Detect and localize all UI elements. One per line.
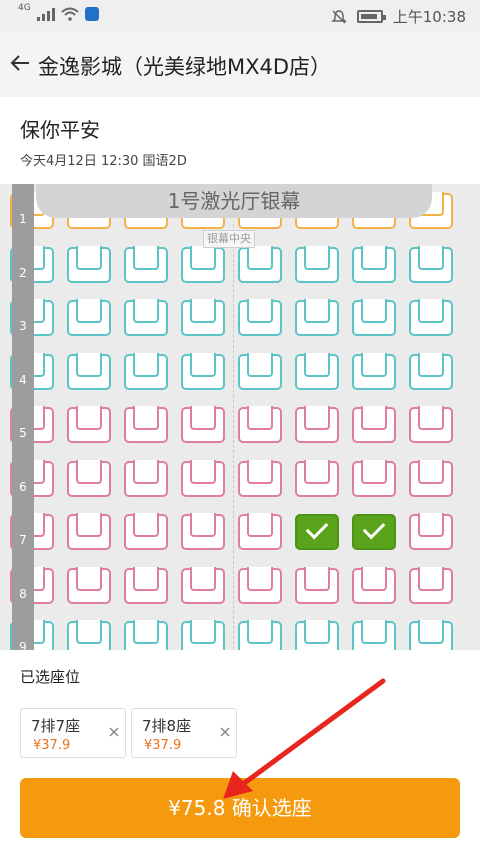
seat[interactable] [409, 352, 453, 392]
confirm-seat-button[interactable]: ¥75.8 确认选座 [20, 778, 460, 838]
ticket-seat: 7排7座 [31, 717, 81, 735]
seat[interactable] [181, 566, 225, 606]
movie-info: 保你平安 今天4月12日 12:30 国语2D [0, 97, 480, 184]
close-icon[interactable] [107, 725, 121, 739]
seat[interactable] [352, 245, 396, 285]
seat[interactable] [181, 299, 225, 338]
showtime-info: 今天4月12日 12:30 国语2D [20, 154, 187, 169]
header: 金逸影城（光美绿地MX4D店） [0, 33, 480, 97]
seat[interactable] [67, 566, 111, 606]
seat[interactable] [238, 620, 282, 650]
screen-banner: 1号激光厅银幕 [36, 184, 432, 218]
seat[interactable] [238, 459, 282, 499]
seat-selected[interactable] [295, 514, 339, 552]
seat[interactable] [409, 566, 453, 606]
row-number-label: 4 [19, 372, 27, 387]
mute-icon [330, 9, 347, 24]
status-right: 上午10:38 [330, 6, 466, 27]
seat-selected[interactable] [352, 514, 396, 552]
back-arrow-icon[interactable] [8, 51, 32, 75]
movie-title: 保你平安 [20, 118, 100, 142]
seat[interactable] [67, 459, 111, 499]
seat[interactable] [238, 513, 282, 552]
seat[interactable] [352, 566, 396, 606]
ticket-price: ¥37.9 [33, 738, 71, 753]
seat[interactable] [181, 406, 225, 445]
seat[interactable] [67, 352, 111, 392]
row-number-label: 7 [19, 533, 27, 547]
screen-center-label: 银幕中央 [203, 230, 255, 248]
seat[interactable] [67, 513, 111, 552]
battery-icon [356, 10, 386, 23]
selected-seat-ticket[interactable]: 7排7座 ¥37.9 [20, 708, 126, 758]
seat[interactable] [352, 620, 396, 650]
seat[interactable] [181, 459, 225, 499]
selected-seats-label: 已选座位 [20, 668, 81, 686]
seat[interactable] [295, 352, 339, 392]
wifi-icon [61, 7, 79, 21]
seat[interactable] [124, 513, 168, 552]
bottom-panel: 已选座位 7排7座 ¥37.9 7排8座 ¥37.9 ¥75.8 确认选座 [0, 650, 480, 853]
selected-seat-ticket[interactable]: 7排8座 ¥37.9 [131, 708, 237, 758]
seat[interactable] [124, 620, 168, 650]
seat[interactable] [124, 245, 168, 285]
row-number-label: 2 [19, 265, 27, 280]
cinema-title: 金逸影城（光美绿地MX4D店） [38, 55, 332, 79]
seat[interactable] [238, 406, 282, 445]
seat[interactable] [67, 299, 111, 338]
seat[interactable] [181, 352, 225, 392]
network-type: 4G [18, 3, 31, 13]
ticket-price: ¥37.9 [144, 738, 182, 753]
seat[interactable] [409, 513, 453, 552]
row-number-strip: 1 2 3 4 5 6 7 8 9 [12, 184, 34, 650]
close-icon[interactable] [218, 725, 232, 739]
seat[interactable] [295, 620, 339, 650]
seat[interactable] [295, 245, 339, 285]
seat[interactable] [181, 513, 225, 552]
row-number-label: 1 [19, 212, 27, 226]
row-number-label: 3 [19, 319, 27, 333]
seat-map[interactable]: 1 2 3 4 5 6 7 8 9 1号激光厅银幕 银幕中央 [0, 184, 480, 650]
seat[interactable] [409, 299, 453, 338]
clock: 上午10:38 [392, 8, 466, 26]
seat[interactable] [124, 299, 168, 338]
row-number-label: 5 [19, 426, 27, 440]
seat[interactable] [352, 299, 396, 338]
seat[interactable] [124, 406, 168, 445]
seat[interactable] [124, 459, 168, 499]
seat[interactable] [181, 620, 225, 650]
signal-icon [36, 7, 55, 21]
shield-icon [84, 7, 99, 21]
seat[interactable] [124, 352, 168, 392]
row-number-label: 8 [19, 586, 27, 601]
seat[interactable] [409, 459, 453, 499]
ticket-seat: 7排8座 [142, 717, 192, 735]
seat[interactable] [409, 406, 453, 445]
center-line [233, 224, 234, 650]
seat[interactable] [181, 245, 225, 285]
seat[interactable] [352, 352, 396, 392]
seat[interactable] [67, 620, 111, 650]
seat[interactable] [238, 566, 282, 606]
seat[interactable] [67, 406, 111, 445]
seat[interactable] [295, 459, 339, 499]
seat[interactable] [295, 299, 339, 338]
seat[interactable] [295, 406, 339, 445]
seat[interactable] [238, 352, 282, 392]
seat[interactable] [352, 406, 396, 445]
seat[interactable] [409, 620, 453, 650]
status-bar: 4G 上午10:38 [0, 0, 480, 33]
seat[interactable] [409, 245, 453, 285]
seat[interactable] [67, 245, 111, 285]
seat[interactable] [295, 566, 339, 606]
seat[interactable] [238, 299, 282, 338]
row-number-label: 9 [19, 640, 27, 650]
seat[interactable] [124, 566, 168, 606]
seat[interactable] [238, 245, 282, 285]
status-left: 4G [18, 3, 99, 21]
row-number-label: 6 [19, 479, 27, 494]
seat[interactable] [352, 459, 396, 499]
